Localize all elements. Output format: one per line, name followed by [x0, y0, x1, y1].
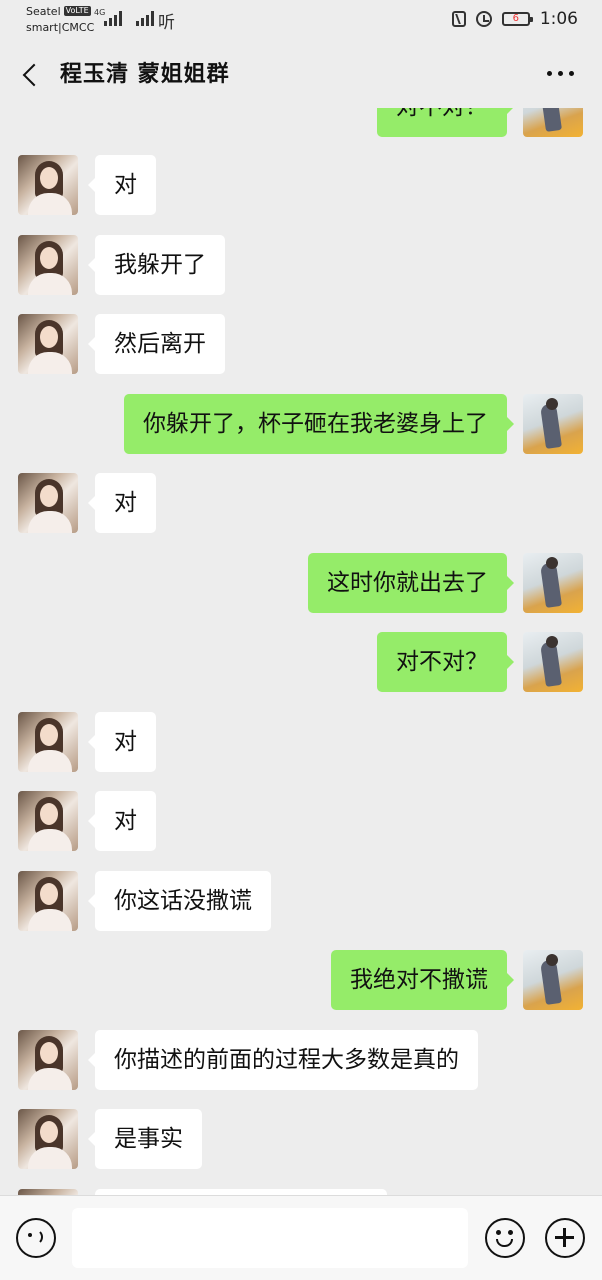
voice-icon[interactable] — [16, 1218, 56, 1258]
message-row: 对 — [0, 712, 602, 776]
avatar[interactable] — [18, 1109, 78, 1169]
status-right: 6 1:06 — [451, 9, 578, 29]
message-bubble[interactable]: 我绝对不撒谎 — [331, 950, 514, 1010]
message-bubble[interactable]: 你描述的前面的过程大多数是真的 — [88, 1030, 478, 1090]
nfc-icon — [451, 11, 466, 27]
message-bubble[interactable]: 对不对？ — [377, 108, 514, 137]
input-bar — [0, 1195, 602, 1280]
avatar[interactable] — [18, 1030, 78, 1090]
chat-list[interactable]: 对不对？ 对 我躲开了 然后离开 你躲开了，杯子砸在我老婆身上了 对 这时你就出… — [0, 108, 602, 1195]
message-row: 对 — [0, 473, 602, 537]
avatar[interactable] — [18, 155, 78, 215]
message-row: 你这话没撒谎 — [0, 871, 602, 935]
message-row: 对不对？ — [0, 108, 602, 141]
speed-indicator: 听 — [158, 13, 175, 33]
message-bubble[interactable]: 你这话没撒谎 — [88, 871, 271, 931]
nav-bar: 程玉清 蒙姐姐群 — [0, 44, 602, 108]
message-bubble[interactable]: 对 — [88, 155, 156, 215]
chat-title: 程玉清 蒙姐姐群 — [60, 62, 230, 87]
message-row: 我躲开了 — [0, 235, 602, 299]
emoji-icon[interactable] — [485, 1218, 525, 1258]
avatar[interactable] — [18, 473, 78, 533]
avatar[interactable] — [523, 950, 583, 1010]
avatar[interactable] — [18, 314, 78, 374]
message-bubble[interactable]: 对 — [88, 791, 156, 851]
message-bubble[interactable]: 是事实 — [88, 1109, 202, 1169]
plus-icon[interactable] — [545, 1218, 585, 1258]
message-row: 对 — [0, 791, 602, 855]
battery-level: 6 — [512, 13, 519, 24]
avatar[interactable] — [523, 108, 583, 137]
message-bubble[interactable]: 对 — [88, 473, 156, 533]
avatar[interactable] — [18, 871, 78, 931]
clock: 1:06 — [539, 9, 578, 29]
message-row: 我绝对不撒谎 — [0, 950, 602, 1014]
battery-icon: 6 — [501, 12, 533, 26]
avatar[interactable] — [523, 394, 583, 454]
carrier-info: Seatel VoLTE smart|CMCC — [26, 4, 94, 36]
message-row: 对 — [0, 155, 602, 219]
message-bubble[interactable]: 我躲开了 — [88, 235, 225, 295]
message-row: 然后离开 — [0, 314, 602, 378]
message-bubble[interactable]: 这时你就出去了 — [308, 553, 514, 613]
avatar[interactable] — [523, 553, 583, 613]
alarm-icon — [475, 11, 492, 27]
message-bubble[interactable]: 对 — [88, 712, 156, 772]
carrier-1: Seatel — [26, 5, 61, 18]
avatar[interactable] — [523, 632, 583, 692]
message-row: 你躲开了，杯子砸在我老婆身上了 — [0, 394, 602, 458]
volte-badge: VoLTE — [63, 6, 91, 16]
message-row: 是事实 — [0, 1109, 602, 1173]
status-bar: Seatel VoLTE smart|CMCC 4G 听 6 1:06 — [0, 0, 602, 44]
avatar[interactable] — [18, 235, 78, 295]
back-arrow-icon[interactable] — [18, 60, 48, 92]
message-row: 对不对？ — [0, 632, 602, 696]
message-row: 你描述的前面的过程大多数是真的 — [0, 1030, 602, 1094]
avatar[interactable] — [18, 712, 78, 772]
message-bubble[interactable]: 对不对？ — [377, 632, 514, 692]
message-bubble[interactable]: 你躲开了，杯子砸在我老婆身上了 — [124, 394, 514, 454]
signal-icon — [104, 10, 122, 26]
avatar[interactable] — [18, 791, 78, 851]
message-bubble[interactable]: 然后离开 — [88, 314, 225, 374]
more-dots-icon[interactable] — [547, 71, 574, 76]
message-row: 这时你就出去了 — [0, 553, 602, 617]
signal-icon-2 — [136, 10, 154, 26]
carrier-2: smart|CMCC — [26, 21, 95, 34]
message-input[interactable] — [72, 1208, 468, 1268]
